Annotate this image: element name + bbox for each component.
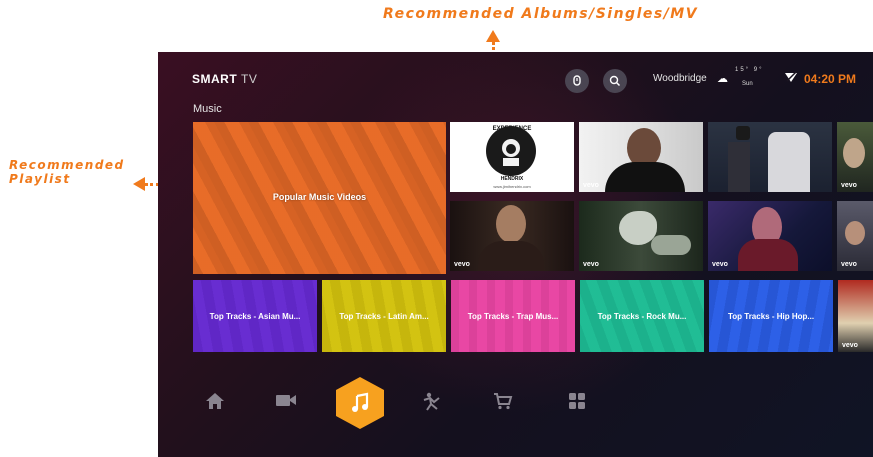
album-bottom-text: HENDRIX (500, 176, 524, 182)
video-tile[interactable]: vevo (838, 280, 873, 352)
video-icon[interactable] (274, 392, 298, 413)
vevo-badge: vevo (583, 261, 599, 268)
genre-label: Top Tracks - Hip Hop... (727, 312, 815, 321)
singer-body (738, 239, 798, 271)
sports-icon[interactable] (420, 392, 444, 417)
screenshot-canvas: Recommended Albums/Singles/MV Recommende… (0, 0, 873, 457)
singer-photo (496, 205, 526, 243)
vevo-badge: vevo (583, 182, 599, 189)
weather-location: Woodbridge (653, 73, 707, 84)
singer-photo (843, 138, 865, 168)
video-tile[interactable]: vevo (450, 201, 574, 271)
annotation-line-1: Recommended (9, 158, 125, 172)
video-tile[interactable]: vevo (837, 201, 873, 271)
video-tile[interactable]: vevo (837, 122, 873, 192)
singer-hat (736, 126, 750, 140)
album-url: www.jimihendrix.com (493, 184, 531, 189)
logo-suffix: TV (241, 72, 258, 86)
video-tile[interactable] (708, 122, 832, 192)
vevo-badge: vevo (454, 261, 470, 268)
singer-body (478, 241, 544, 271)
weather-temperature: 15° 9° (735, 67, 764, 73)
section-title: Music (193, 103, 222, 115)
genre-tile-latin[interactable]: Top Tracks - Latin Am... (322, 280, 446, 352)
singer-body (605, 162, 685, 192)
vevo-badge: vevo (841, 182, 857, 189)
logo-brand: SMART (192, 72, 238, 86)
singer-hand (651, 235, 691, 255)
smart-tv-logo: SMART TV (192, 72, 257, 86)
input-source-icon[interactable] (565, 69, 589, 93)
genre-label: Top Tracks - Latin Am... (339, 312, 429, 321)
vevo-badge: vevo (842, 342, 858, 349)
genre-label: Top Tracks - Asian Mu... (209, 312, 301, 321)
singer-photo (845, 221, 865, 245)
music-icon[interactable] (336, 377, 384, 429)
genre-label: Top Tracks - Trap Mus... (467, 312, 559, 321)
genre-tile-asian[interactable]: Top Tracks - Asian Mu... (193, 280, 317, 352)
weather-day: Sun (742, 81, 753, 87)
vevo-badge: vevo (712, 261, 728, 268)
cloud-icon: ☁ (717, 73, 728, 85)
genre-label: Top Tracks - Rock Mu... (597, 312, 687, 321)
genre-tile-rock[interactable]: Top Tracks - Rock Mu... (580, 280, 704, 352)
annotation-line-2: Playlist (9, 172, 71, 186)
vevo-badge: vevo (841, 261, 857, 268)
album-tile[interactable]: EXPERIENCE HENDRIX www.jimihendrix.com (450, 122, 574, 192)
annotation-arrow-up-icon (486, 30, 500, 42)
clock-time: 04:20 PM (804, 72, 857, 86)
featured-playlist-label: Popular Music Videos (272, 192, 367, 202)
annotation-arrow-left-icon (133, 177, 145, 191)
search-icon[interactable] (603, 69, 627, 93)
video-tile[interactable]: vevo (708, 201, 832, 271)
annotation-recommended-playlist: Recommended Playlist (9, 158, 125, 186)
singer-body (728, 142, 750, 192)
home-icon[interactable] (203, 392, 227, 415)
genre-tile-hiphop[interactable]: Top Tracks - Hip Hop... (709, 280, 833, 352)
genre-tile-trap[interactable]: Top Tracks - Trap Mus... (451, 280, 575, 352)
tv-screen: SMART TV Music Woodbridge ☁ 15° 9° Sun 0… (158, 52, 873, 457)
apps-icon[interactable] (565, 392, 589, 415)
annotation-recommended-albums: Recommended Albums/Singles/MV (383, 6, 699, 22)
video-tile[interactable]: vevo (579, 201, 703, 271)
video-tile[interactable]: vevo (579, 122, 703, 192)
shop-icon[interactable] (491, 392, 515, 415)
featured-playlist-tile[interactable]: Popular Music Videos (193, 122, 446, 274)
album-art-icon (486, 126, 536, 176)
singer-photo (768, 132, 810, 192)
wifi-icon (784, 71, 798, 86)
